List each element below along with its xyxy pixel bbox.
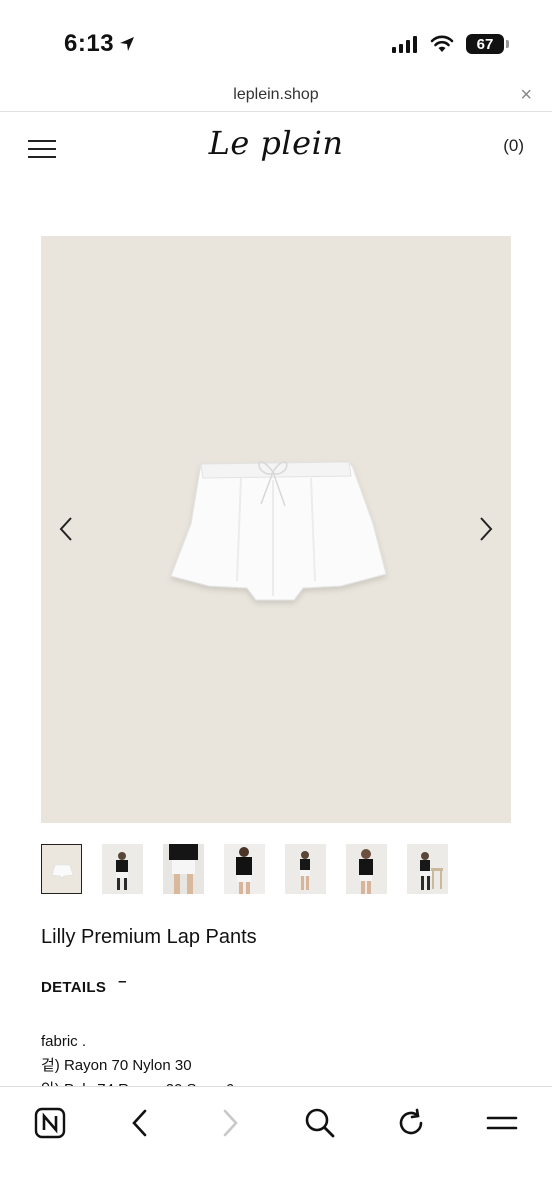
naver-home-icon[interactable] (32, 1105, 68, 1141)
thumbnail-1[interactable] (41, 844, 82, 894)
signal-bars-icon (392, 36, 417, 53)
thumbnail-5[interactable] (285, 844, 326, 894)
thumbnail-4[interactable] (224, 844, 265, 894)
thumbnail-3[interactable] (163, 844, 204, 894)
thumbnail-2[interactable] (102, 844, 143, 894)
product-image (41, 236, 511, 823)
status-bar: 6:13 67 (0, 0, 552, 80)
fabric-line: 겉) Rayon 70 Nylon 30 (41, 1057, 192, 1074)
status-time-group: 6:13 (64, 30, 136, 58)
search-icon[interactable] (302, 1105, 338, 1141)
forward-icon (212, 1105, 248, 1141)
back-icon[interactable] (122, 1105, 158, 1141)
details-label[interactable]: DETAILS (41, 979, 106, 996)
product-title: Lilly Premium Lap Pants (41, 926, 257, 948)
url-text[interactable]: leplein.shop (0, 86, 552, 104)
shorts-illustration (170, 461, 387, 601)
status-time: 6:13 (64, 30, 115, 57)
status-indicators: 67 (392, 34, 509, 54)
reload-icon[interactable] (393, 1105, 429, 1141)
site-logo[interactable]: Le plein (0, 124, 552, 162)
wifi-icon (430, 35, 454, 52)
location-arrow-icon (120, 37, 135, 51)
thumbnail-strip (41, 844, 448, 894)
close-icon[interactable]: × (520, 84, 532, 107)
site-header: Le plein (0) (0, 112, 552, 182)
cart-count[interactable]: (0) (503, 136, 524, 156)
details-section-header[interactable]: DETAILS – (41, 973, 127, 996)
thumbnail-7[interactable] (407, 844, 448, 894)
menu-icon[interactable] (484, 1105, 520, 1141)
thumbnail-6[interactable] (346, 844, 387, 894)
battery-level: 67 (476, 35, 494, 53)
details-toggle[interactable]: – (118, 973, 126, 990)
next-image-arrow-icon[interactable] (475, 516, 495, 542)
prev-image-arrow-icon[interactable] (57, 516, 77, 542)
fabric-line: fabric . (41, 1033, 87, 1050)
browser-toolbar (0, 1086, 552, 1200)
battery-icon: 67 (466, 34, 509, 54)
url-bar[interactable]: leplein.shop × (0, 80, 552, 112)
